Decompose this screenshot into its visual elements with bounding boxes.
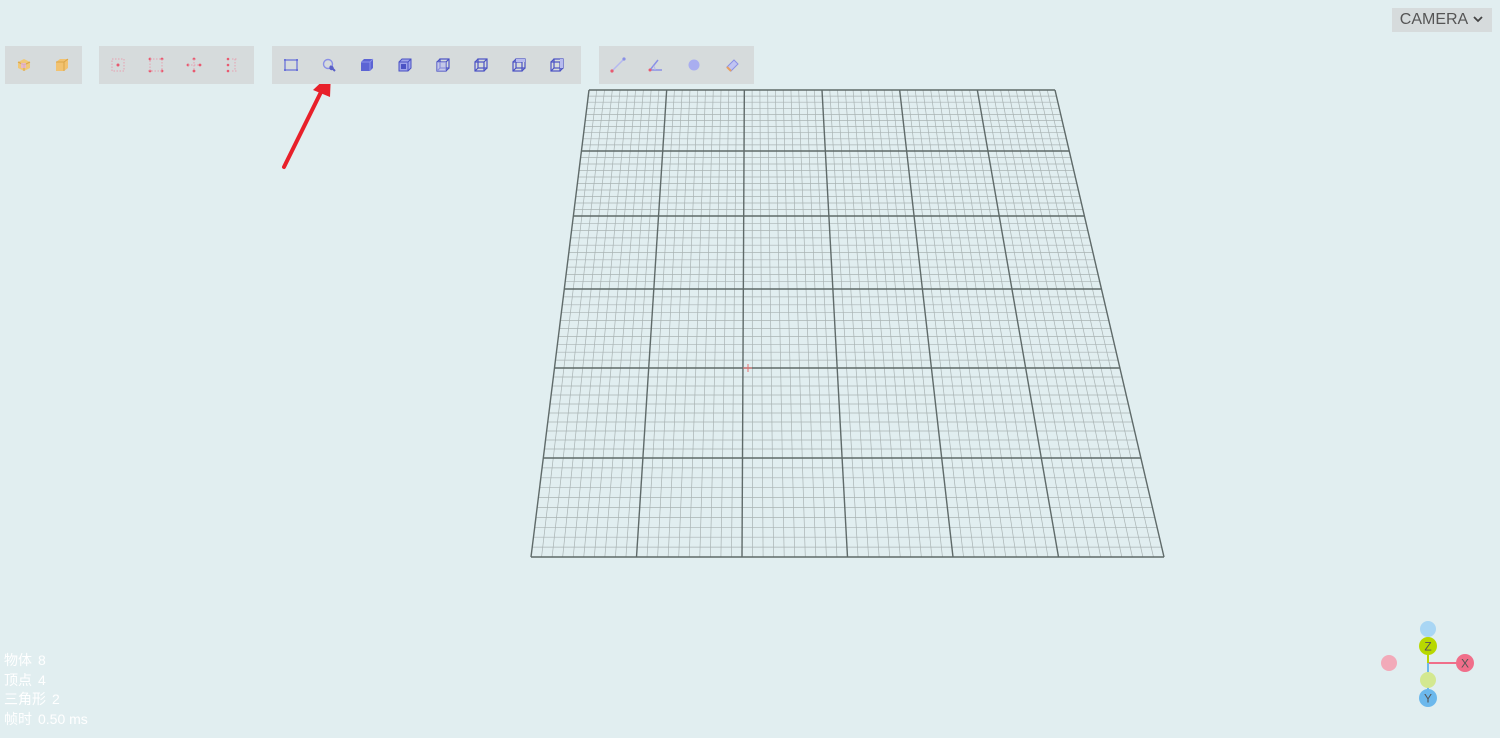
toolbar-selection-group bbox=[99, 46, 254, 84]
3d-viewport[interactable] bbox=[0, 0, 1500, 738]
rect-frame-icon[interactable] bbox=[272, 46, 310, 84]
angle-measure-icon[interactable] bbox=[637, 46, 675, 84]
annotation-arrow bbox=[282, 73, 331, 169]
stat-frametime: 帧时 0.50 ms bbox=[4, 710, 94, 730]
camera-label: CAMERA bbox=[1399, 11, 1469, 28]
axis-gizmo[interactable]: X Y Z bbox=[1370, 612, 1490, 722]
select-move-icon[interactable] bbox=[175, 46, 213, 84]
x-axis-label: X bbox=[1461, 657, 1469, 671]
wire-cube-left-icon[interactable] bbox=[500, 46, 538, 84]
stat-label: 帧时 bbox=[4, 710, 32, 727]
eraser-icon[interactable] bbox=[713, 46, 751, 84]
paint-select-icon[interactable] bbox=[310, 46, 348, 84]
neg-y-handle[interactable] bbox=[1420, 621, 1436, 637]
neg-z-handle[interactable] bbox=[1420, 672, 1436, 688]
stat-value: 8 bbox=[38, 652, 46, 668]
stat-label: 物体 bbox=[4, 652, 32, 668]
stat-value: 2 bbox=[52, 691, 60, 707]
select-center-icon[interactable] bbox=[99, 46, 137, 84]
stat-label: 顶点 bbox=[4, 671, 32, 688]
stat-value: 0.50 ms bbox=[38, 710, 88, 727]
select-column-icon[interactable] bbox=[213, 46, 251, 84]
solid-object-icon[interactable] bbox=[43, 46, 81, 84]
chevron-down-icon bbox=[1472, 13, 1484, 28]
camera-dropdown[interactable]: CAMERA bbox=[1392, 8, 1492, 32]
stat-vertices: 顶点 4 bbox=[4, 671, 94, 691]
toolbar-render-group bbox=[272, 46, 581, 84]
toolbar-measure-group bbox=[599, 46, 754, 84]
stat-objects: 物体 8 bbox=[4, 651, 94, 671]
neg-x-handle[interactable] bbox=[1381, 655, 1397, 671]
line-measure-icon[interactable] bbox=[599, 46, 637, 84]
wire-cube-back-icon[interactable] bbox=[462, 46, 500, 84]
stat-triangles: 三角形 2 bbox=[4, 690, 94, 710]
toolbar-object-group bbox=[5, 46, 82, 84]
y-axis-label: Y bbox=[1424, 692, 1432, 706]
z-axis-label: Z bbox=[1424, 640, 1431, 654]
wire-cube-right-icon[interactable] bbox=[538, 46, 576, 84]
shaded-cube-icon[interactable] bbox=[386, 46, 424, 84]
solid-cube-icon[interactable] bbox=[348, 46, 386, 84]
scene-stats: 物体 8 顶点 4 三角形 2 帧时 0.50 ms bbox=[4, 651, 94, 729]
ground-grid-major-lines bbox=[530, 89, 1165, 558]
stat-label: 三角形 bbox=[4, 691, 46, 707]
origin-marker bbox=[743, 364, 752, 372]
stat-value: 4 bbox=[38, 671, 46, 688]
point-icon[interactable] bbox=[675, 46, 713, 84]
wire-cube-front-icon[interactable] bbox=[424, 46, 462, 84]
select-vertices-icon[interactable] bbox=[137, 46, 175, 84]
box-object-icon[interactable] bbox=[5, 46, 43, 84]
ground-grid-minor-lines bbox=[532, 89, 1162, 558]
